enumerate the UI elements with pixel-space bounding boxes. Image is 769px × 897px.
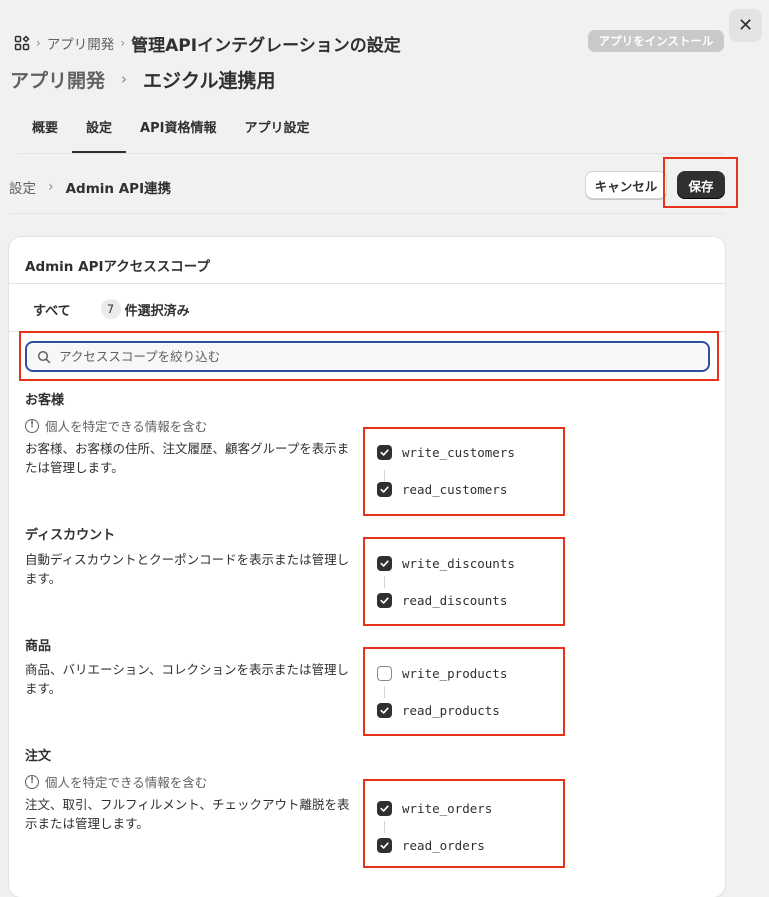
checkbox-checked[interactable] [377, 556, 392, 571]
scope-search-field[interactable] [25, 341, 710, 372]
section-description: 注文、取引、フルフィルメント、チェックアウト離脱を表示または管理します。 [25, 797, 350, 831]
scope-read-discounts[interactable]: read_discounts [377, 593, 507, 608]
checkbox-unchecked[interactable] [377, 666, 392, 681]
checkbox-checked[interactable] [377, 593, 392, 608]
section-description: 自動ディスカウントとクーポンコードを表示または管理します。 [25, 552, 350, 586]
checkbox-checked[interactable] [377, 703, 392, 718]
tab-api-credentials[interactable]: API資格情報 [126, 117, 230, 153]
scope-name: write_orders [402, 801, 493, 816]
close-icon: ✕ [737, 15, 754, 36]
checkbox-checked[interactable] [377, 838, 392, 853]
section-title: 注文 [25, 749, 52, 764]
search-icon [37, 350, 51, 364]
scope-write-customers[interactable]: write_customers [377, 445, 515, 460]
scope-write-products[interactable]: write_products [377, 666, 507, 681]
section-title: ディスカウント [25, 528, 116, 543]
scope-section-orders: 注文 ! 個人を特定できる情報を含む 注文、取引、フルフィルメント、チェックアウ… [25, 745, 715, 885]
install-app-button[interactable]: アプリをインストール [588, 30, 724, 52]
section-description: 商品、バリエーション、コレクションを表示または管理します。 [25, 662, 350, 696]
checkbox-checked[interactable] [377, 445, 392, 460]
alert-icon: ! [25, 418, 39, 433]
cancel-button[interactable]: キャンセル [585, 171, 667, 199]
settings-breadcrumb: 設定 › Admin API連携 [9, 177, 171, 197]
pii-text: 個人を特定できる情報を含む [45, 419, 208, 434]
page-title: 管理APIインテグレーションの設定 [131, 35, 401, 56]
scope-name: read_orders [402, 838, 485, 853]
scope-section-customers: お客様 ! 個人を特定できる情報を含む お客様、お客様の住所、注文履歴、顧客グル… [25, 389, 715, 519]
scope-name: read_customers [402, 482, 508, 497]
scope-read-products[interactable]: read_products [377, 703, 500, 718]
app-name: エジクル連携用 [143, 69, 276, 92]
scope-filter-tabs: すべて 7 件選択済み [23, 295, 200, 323]
scope-name: write_customers [402, 445, 515, 460]
pii-text: 個人を特定できる情報を含む [45, 775, 208, 790]
close-button[interactable]: ✕ [729, 9, 762, 42]
filter-tab-all[interactable]: すべて [23, 296, 81, 323]
scope-name: read_discounts [402, 593, 508, 608]
divider [9, 283, 725, 284]
scope-search-input[interactable] [57, 348, 708, 365]
section-title: 商品 [25, 639, 52, 654]
filter-tab-selected[interactable]: 7 件選択済み [91, 295, 200, 323]
breadcrumb: › アプリ開発 › 管理APIインテグレーションの設定 [14, 30, 401, 56]
scope-read-orders[interactable]: read_orders [377, 838, 485, 853]
selected-count-badge: 7 [100, 299, 121, 319]
section-title: お客様 [25, 393, 65, 408]
section-description: お客様、お客様の住所、注文履歴、顧客グループを表示または管理します。 [25, 441, 350, 475]
scope-connector [384, 821, 385, 833]
scope-name: write_products [402, 666, 508, 681]
settings-crumb-current: Admin API連携 [65, 180, 172, 197]
tab-bar: 概要 設定 API資格情報 アプリ設定 [18, 106, 724, 154]
tab-settings[interactable]: 設定 [72, 117, 127, 153]
scope-connector [384, 576, 385, 588]
scope-connector [384, 686, 385, 698]
app-parent-link[interactable]: アプリ開発 [10, 66, 105, 93]
breadcrumb-item-app-dev[interactable]: アプリ開発 [47, 33, 115, 53]
save-button[interactable]: 保存 [677, 171, 725, 199]
checkbox-checked[interactable] [377, 801, 392, 816]
pii-notice: ! 個人を特定できる情報を含む [25, 772, 715, 791]
scope-write-orders[interactable]: write_orders [377, 801, 492, 816]
scope-name: write_discounts [402, 556, 515, 571]
alert-icon: ! [25, 774, 39, 789]
settings-crumb-link[interactable]: 設定 [9, 177, 36, 197]
card-title: Admin APIアクセススコープ [25, 259, 210, 275]
chevron-right-icon: › [48, 178, 54, 195]
scope-name: read_products [402, 703, 500, 718]
tab-overview[interactable]: 概要 [18, 117, 72, 153]
apps-icon[interactable] [14, 35, 30, 51]
divider [9, 331, 725, 332]
pii-notice: ! 個人を特定できる情報を含む [25, 416, 715, 435]
chevron-right-icon: › [120, 36, 126, 50]
access-scopes-card: Admin APIアクセススコープ すべて 7 件選択済み お客様 ! 個人を特… [9, 237, 725, 897]
tab-app-settings[interactable]: アプリ設定 [230, 117, 323, 153]
scope-section-products: 商品 商品、バリエーション、コレクションを表示または管理します。 write_p… [25, 635, 715, 735]
checkbox-checked[interactable] [377, 482, 392, 497]
scope-write-discounts[interactable]: write_discounts [377, 556, 515, 571]
chevron-right-icon: › [36, 36, 41, 50]
scope-section-discounts: ディスカウント 自動ディスカウントとクーポンコードを表示または管理します。 wr… [25, 524, 715, 624]
scope-read-customers[interactable]: read_customers [377, 482, 507, 497]
chevron-right-icon: › [121, 70, 128, 88]
scope-connector [384, 470, 385, 482]
settings-header: 設定 › Admin API連携 キャンセル 保存 [9, 160, 725, 214]
app-title: アプリ開発 › エジクル連携用 [10, 64, 275, 94]
selected-label: 件選択済み [124, 303, 190, 319]
